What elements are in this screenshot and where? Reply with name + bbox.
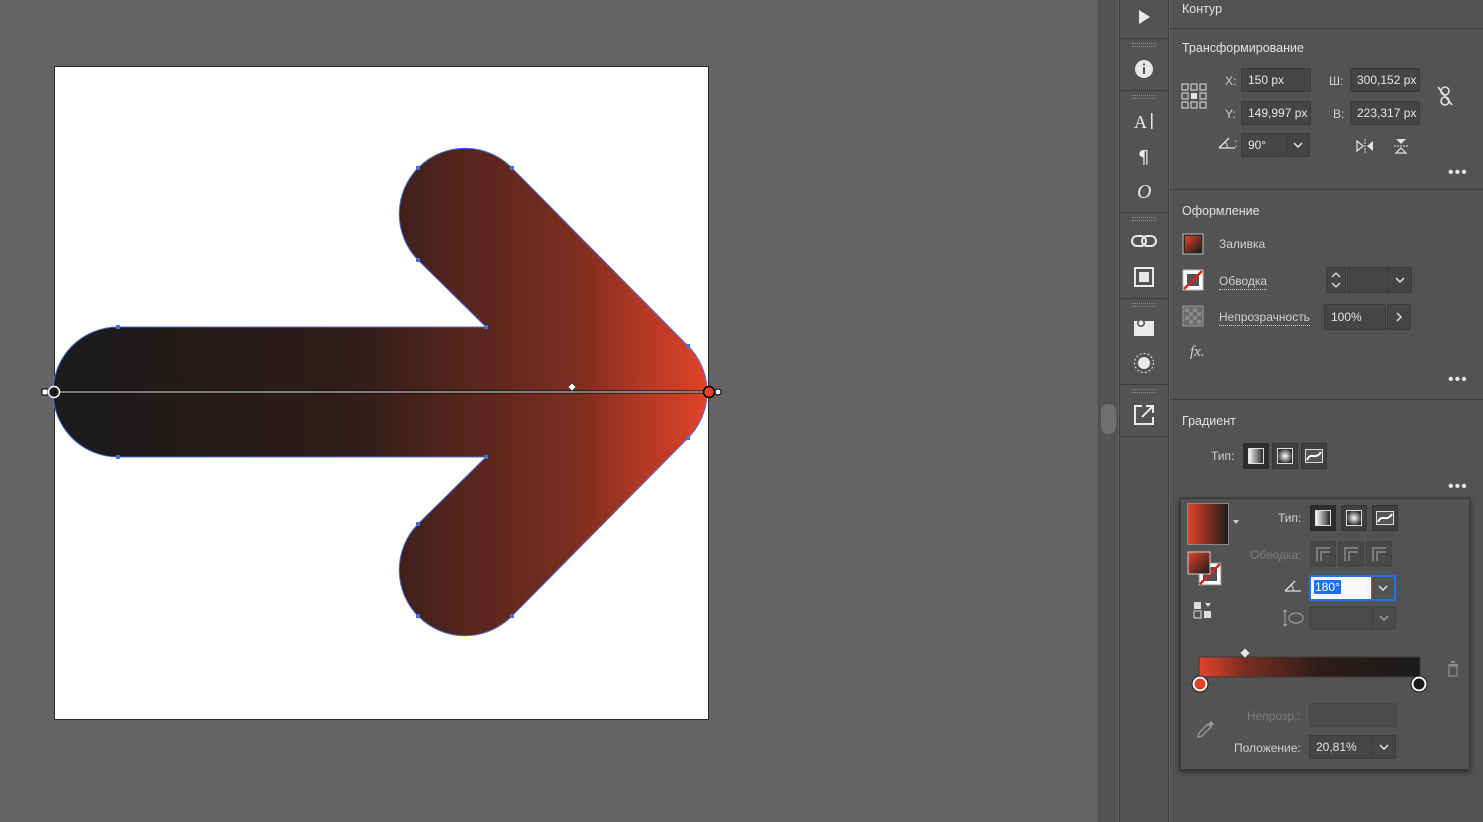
- gp-angle-field[interactable]: 180°: [1309, 575, 1373, 601]
- export-icon[interactable]: [1120, 400, 1168, 430]
- gp-position-dropdown[interactable]: [1372, 735, 1396, 759]
- width-label: Ш:: [1329, 74, 1344, 88]
- gp-angle-icon: [1283, 577, 1303, 595]
- fill-swatch[interactable]: [1182, 233, 1204, 255]
- y-label: Y:: [1225, 107, 1236, 121]
- stroke-label[interactable]: Обводка: [1219, 274, 1268, 290]
- height-label: В:: [1333, 107, 1345, 121]
- svg-text:A: A: [1134, 112, 1147, 131]
- reference-point-icon[interactable]: [1180, 82, 1208, 110]
- section-title-path: Контур: [1182, 2, 1223, 16]
- opacity-expand-button[interactable]: [1387, 304, 1411, 330]
- gp-type-label: Тип:: [1278, 511, 1302, 525]
- transform-more-icon[interactable]: •••: [1448, 165, 1468, 181]
- linear-gradient-button[interactable]: [1243, 443, 1269, 469]
- gradient-title: Градиент: [1182, 414, 1236, 428]
- gp-position-label: Положение:: [1234, 741, 1301, 755]
- opacity-label[interactable]: Непрозрачность: [1219, 310, 1310, 326]
- appearance-more-icon[interactable]: •••: [1448, 372, 1468, 388]
- info-icon[interactable]: [1120, 54, 1168, 84]
- rotate-dropdown[interactable]: [1286, 133, 1310, 157]
- scrollbar-thumb[interactable]: [1101, 404, 1116, 434]
- height-field[interactable]: 223,317 px: [1350, 101, 1420, 125]
- links-icon[interactable]: [1120, 226, 1168, 256]
- stroke-weight-stepper[interactable]: [1326, 267, 1346, 293]
- character-icon[interactable]: A: [1120, 106, 1168, 136]
- vertical-scrollbar[interactable]: [1098, 0, 1118, 822]
- gp-aspect-ratio-field[interactable]: [1309, 606, 1373, 630]
- gp-stroke-within-button[interactable]: [1310, 541, 1336, 567]
- appearance-title: Оформление: [1182, 204, 1260, 218]
- appearance-icon[interactable]: [1120, 348, 1168, 378]
- gradient-stop-right: [1411, 676, 1427, 692]
- gp-opacity-label: Непрозр.:: [1247, 709, 1301, 723]
- stroke-weight-dropdown[interactable]: [1388, 267, 1412, 293]
- gp-stroke-label: Обводка:: [1250, 548, 1302, 562]
- flip-horizontal-icon[interactable]: [1353, 136, 1377, 156]
- gradient-preset-dropdown[interactable]: [1231, 517, 1241, 527]
- gradient-stop-left: [1192, 676, 1208, 692]
- svg-text:¶: ¶: [1138, 147, 1149, 165]
- gp-aspect-ratio-dropdown[interactable]: [1372, 606, 1396, 630]
- width-field[interactable]: 300,152 px: [1350, 68, 1420, 92]
- fx-button[interactable]: fx.: [1190, 344, 1205, 361]
- gradient-preview-swatch[interactable]: [1187, 503, 1229, 545]
- paragraph-icon[interactable]: ¶: [1120, 141, 1168, 171]
- freeform-gradient-button[interactable]: [1301, 443, 1327, 469]
- gp-angle-value: 180°: [1314, 580, 1341, 594]
- gradient-type-label: Тип:: [1211, 449, 1235, 463]
- asset-export-icon[interactable]: [1120, 312, 1168, 342]
- svg-text:O: O: [1137, 181, 1151, 202]
- gp-stroke-across-button[interactable]: [1366, 541, 1392, 567]
- eyedropper-icon[interactable]: [1193, 717, 1217, 741]
- stroke-swatch[interactable]: [1182, 269, 1204, 291]
- constrain-proportions-icon[interactable]: [1434, 84, 1456, 108]
- x-field[interactable]: 150 px: [1241, 68, 1311, 92]
- artwork-layer[interactable]: [0, 0, 1098, 822]
- gp-angle-dropdown[interactable]: [1372, 575, 1396, 601]
- stroke-weight-field[interactable]: [1347, 267, 1389, 293]
- canvas-workspace[interactable]: [0, 0, 1098, 822]
- gradient-more-icon[interactable]: •••: [1448, 479, 1468, 495]
- gp-position-field[interactable]: 20,81%: [1309, 735, 1373, 759]
- transform-title: Трансформирование: [1182, 41, 1304, 55]
- play-icon[interactable]: [1120, 2, 1168, 32]
- opacity-field[interactable]: 100%: [1324, 304, 1386, 330]
- gp-radial-button[interactable]: [1341, 505, 1367, 531]
- gp-linear-button[interactable]: [1310, 505, 1336, 531]
- swap-fill-stroke-icon[interactable]: [1191, 599, 1217, 621]
- gp-freeform-button[interactable]: [1372, 505, 1398, 531]
- opacity-icon: [1182, 305, 1204, 327]
- gradient-slider[interactable]: [1189, 645, 1469, 693]
- gp-opacity-field[interactable]: [1309, 703, 1397, 727]
- flip-vertical-icon[interactable]: [1389, 136, 1413, 156]
- gradient-panel-popup: Тип: Обводка: 180° Непрозр.: Положение: …: [1180, 498, 1470, 770]
- delete-stop-icon: [1448, 661, 1458, 677]
- gp-stroke-along-button[interactable]: [1338, 541, 1364, 567]
- y-field[interactable]: 149,997 px: [1241, 101, 1311, 125]
- artboards-icon[interactable]: [1120, 262, 1168, 292]
- gp-aspect-ratio-icon: [1281, 607, 1305, 629]
- panel-icons-column: A ¶ O: [1119, 0, 1169, 822]
- rotate-field[interactable]: 90°: [1241, 133, 1287, 157]
- fill-label: Заливка: [1219, 237, 1266, 251]
- radial-gradient-button[interactable]: [1272, 443, 1298, 469]
- opentype-icon[interactable]: O: [1120, 176, 1168, 206]
- x-label: X:: [1225, 74, 1237, 88]
- fill-stroke-swatches[interactable]: [1187, 551, 1225, 589]
